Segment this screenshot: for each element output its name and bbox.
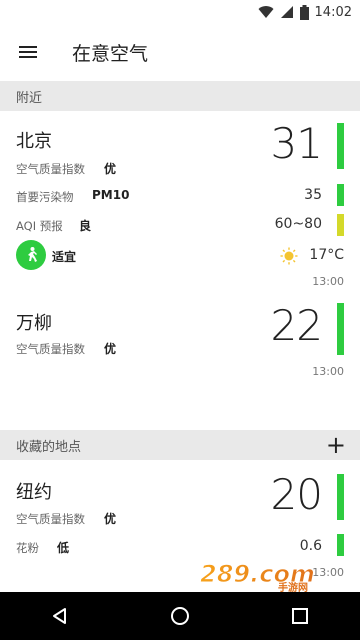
menu-button[interactable] <box>0 24 56 80</box>
aqi-bar <box>337 474 344 520</box>
sunny-icon <box>280 247 298 265</box>
pollen-bar <box>337 534 344 556</box>
aqi-label: 空气质量指数 <box>16 512 85 526</box>
aqi-bar <box>337 303 344 355</box>
wifi-icon <box>258 6 274 19</box>
update-time: 13:00 <box>312 275 344 288</box>
activity-advice: 适宜 <box>52 250 77 264</box>
watermark-subtext: 手游网 <box>278 581 308 592</box>
section-title-favorites: 收藏的地点 <box>16 439 82 455</box>
home-button[interactable] <box>156 592 204 640</box>
aqi-value: 31 <box>270 119 323 168</box>
pollen-value: 0.6 <box>299 538 322 554</box>
aqi-label: 空气质量指数 <box>16 162 85 176</box>
city-name: 纽约 <box>16 482 52 503</box>
pollutant-label: 首要污染物 <box>16 190 74 204</box>
watermark-logo: 289.com 手游网 <box>200 560 316 592</box>
system-nav-bar <box>0 592 360 640</box>
forecast-bar <box>337 214 344 236</box>
aqi-level: 优 <box>104 512 117 526</box>
section-header-favorites: 收藏的地点 + <box>0 430 360 460</box>
temperature: 17°C <box>309 247 344 263</box>
aqi-value: 20 <box>270 470 323 519</box>
city-name: 万柳 <box>16 313 52 334</box>
back-triangle-icon <box>53 608 66 624</box>
section-header-nearby: 附近 <box>0 81 360 111</box>
running-icon <box>16 240 46 270</box>
hamburger-icon <box>19 46 37 58</box>
aqi-bar <box>337 123 344 169</box>
home-circle-icon <box>171 607 189 625</box>
aqi-label: 空气质量指数 <box>16 342 85 356</box>
pollen-level: 低 <box>57 541 70 555</box>
app-bar: 在意空气 <box>0 24 360 80</box>
section-title-nearby: 附近 <box>16 90 43 106</box>
recents-square-icon <box>292 608 308 624</box>
recents-button[interactable] <box>276 592 324 640</box>
aqi-level: 优 <box>104 342 117 356</box>
update-time: 13:00 <box>312 365 344 378</box>
city-card-wanliu[interactable]: 万柳 22 空气质量指数 优 13:00 <box>0 295 360 390</box>
pollutant-value: PM10 <box>92 188 130 202</box>
city-name: 北京 <box>16 131 52 152</box>
status-bar: 14:02 <box>0 0 360 24</box>
signal-icon <box>280 6 293 18</box>
pollen-label: 花粉 <box>16 541 39 555</box>
back-button[interactable] <box>36 592 84 640</box>
city-card-beijing[interactable]: 北京 31 空气质量指数 优 首要污染物 PM10 35 AQI 预报 良 60… <box>0 111 360 291</box>
pollutant-number: 35 <box>304 187 322 203</box>
forecast-level: 良 <box>79 219 92 233</box>
status-time: 14:02 <box>314 4 352 20</box>
aqi-value: 22 <box>270 301 323 350</box>
forecast-label: AQI 预报 <box>16 219 63 233</box>
aqi-level: 优 <box>104 162 117 176</box>
add-place-button[interactable]: + <box>326 433 346 457</box>
forecast-range: 60~80 <box>274 216 322 232</box>
app-title: 在意空气 <box>72 42 149 65</box>
battery-icon <box>299 4 309 20</box>
pollutant-bar <box>337 184 344 206</box>
